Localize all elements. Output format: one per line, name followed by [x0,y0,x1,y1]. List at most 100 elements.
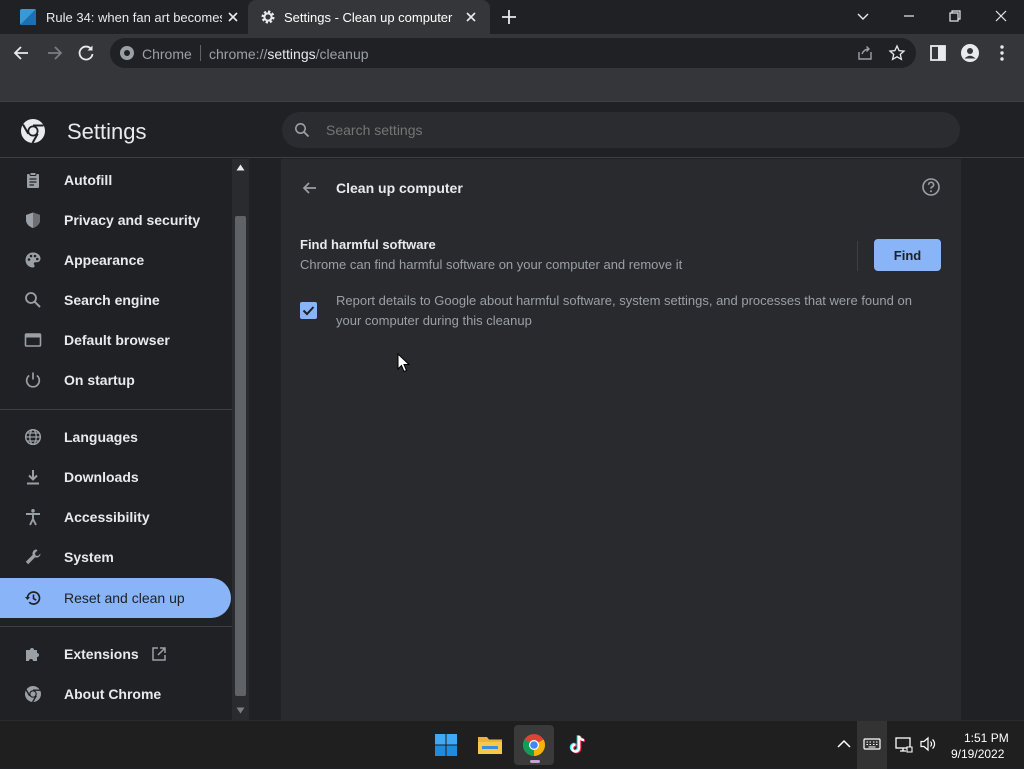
minimize-icon[interactable] [900,7,918,25]
sidebar-item-autofill[interactable]: Autofill [0,160,231,200]
sidebar-item-system[interactable]: System [0,537,231,577]
share-icon[interactable] [856,44,874,62]
settings-header: Settings [0,103,1024,158]
mouse-cursor-icon [397,353,411,373]
sidebar-item-accessibility[interactable]: Accessibility [0,497,231,537]
help-icon[interactable] [921,177,941,197]
sidebar-item-label: Languages [64,429,138,445]
sidebar-item-label: About Chrome [64,686,162,702]
clock-date[interactable]: 9/19/2022 [951,747,1004,761]
tab-search-chevron-icon[interactable] [854,7,872,25]
bookmark-star-icon[interactable] [888,44,906,62]
touch-keyboard-icon[interactable] [863,735,881,753]
sidebar-item-languages[interactable]: Languages [0,417,231,457]
wrench-icon [25,549,41,565]
url-host: settings [267,46,316,62]
sidebar-item-label: Accessibility [64,509,150,525]
checkmark-icon [302,306,315,316]
forward-arrow-icon[interactable] [44,43,64,63]
bookmarks-bar [0,72,1024,102]
sidebar-item-label: Reset and clean up [64,590,185,606]
scrollbar-thumb[interactable] [235,216,246,696]
back-arrow-icon[interactable] [300,178,320,198]
back-arrow-icon[interactable] [12,43,32,63]
site-favicon-icon [20,9,36,25]
tab-title: Settings - Clean up computer [284,9,453,25]
scheme-label: Chrome [142,46,192,62]
chrome-taskbar-button[interactable] [514,725,554,765]
url-prefix: chrome:// [209,46,268,62]
search-icon [295,123,310,138]
sidebar-item-label: Extensions [64,646,139,662]
windows-taskbar: 1:51 PM 9/19/2022 [0,720,1024,769]
sidebar-item-label: Downloads [64,469,139,485]
more-menu-icon[interactable] [992,43,1012,63]
report-details-label[interactable]: Report details to Google about harmful s… [336,291,936,331]
page-title: Settings [67,119,147,144]
file-explorer-icon [478,737,502,754]
palette-icon [25,252,41,268]
address-bar[interactable]: Chrome chrome://settings/cleanup [110,38,916,68]
sidebar-item-appearance[interactable]: Appearance [0,240,231,280]
windows-start-icon [435,734,457,756]
scroll-down-arrow-icon[interactable] [236,707,245,714]
power-icon [25,372,41,388]
url-text[interactable]: chrome://settings/cleanup [209,46,369,62]
tab-settings[interactable]: Settings - Clean up computer [248,0,490,34]
sidebar-item-extensions[interactable]: Extensions [0,634,231,674]
accessibility-icon [26,509,40,526]
network-icon[interactable] [895,735,913,753]
cleanup-card: Clean up computer Find harmful software … [281,159,961,720]
find-harmful-software-title: Find harmful software [300,237,436,252]
close-icon[interactable] [464,10,478,24]
browser-window-icon [24,333,42,347]
search-input[interactable] [326,122,926,138]
tab-title: Rule 34: when fan art becomes d [46,9,222,25]
sidebar-item-downloads[interactable]: Downloads [0,457,231,497]
sidebar-item-privacy-and-security[interactable]: Privacy and security [0,200,231,240]
window-close-icon[interactable] [992,7,1010,25]
puzzle-icon [26,648,39,661]
sidebar-item-label: Appearance [64,252,145,268]
sidebar-item-default-browser[interactable]: Default browser [0,320,231,360]
volume-icon[interactable] [919,735,937,753]
clock-time[interactable]: 1:51 PM [964,731,1009,745]
scroll-up-arrow-icon[interactable] [236,164,245,171]
find-harmful-software-description: Chrome can find harmful software on your… [300,257,683,272]
sidebar-item-label: On startup [64,372,135,388]
url-path: /cleanup [315,46,369,62]
open-in-new-icon [152,647,166,661]
sidebar-item-reset-and-clean-up[interactable]: Reset and clean up [0,578,231,618]
new-tab-icon[interactable] [500,8,518,26]
sidebar-divider [0,409,232,410]
sidebar-item-label: Privacy and security [64,212,201,228]
reload-icon[interactable] [76,43,96,63]
profile-avatar-icon[interactable] [960,43,980,63]
browser-toolbar: Chrome chrome://settings/cleanup [0,34,1024,72]
find-button[interactable]: Find [874,239,941,271]
clipboard-icon [27,172,39,188]
side-panel-icon[interactable] [928,43,948,63]
tiktok-button[interactable] [558,725,598,765]
report-details-checkbox[interactable] [300,302,317,319]
sidebar-item-about-chrome[interactable]: About Chrome [0,674,231,714]
sidebar-scrollbar[interactable] [232,159,249,720]
restore-icon[interactable] [946,7,964,25]
sidebar-item-label: Autofill [64,172,113,188]
active-app-indicator [530,760,540,763]
chrome-logo-icon [21,119,45,144]
start-button[interactable] [426,725,466,765]
tab-fan-art[interactable]: Rule 34: when fan art becomes d [8,0,248,34]
history-icon [25,591,41,605]
sidebar-item-label: Search engine [64,292,160,308]
close-icon[interactable] [226,10,240,24]
tiktok-icon [569,735,586,754]
file-explorer-button[interactable] [470,725,510,765]
search-settings-box[interactable] [282,112,960,148]
sidebar-item-label: Default browser [64,332,170,348]
sidebar-item-search-engine[interactable]: Search engine [0,280,231,320]
show-hidden-icons-chevron-icon[interactable] [835,735,853,753]
shield-icon [26,212,40,228]
tab-strip: Rule 34: when fan art becomes d Settings… [0,0,1024,34]
sidebar-item-on-startup[interactable]: On startup [0,360,231,400]
